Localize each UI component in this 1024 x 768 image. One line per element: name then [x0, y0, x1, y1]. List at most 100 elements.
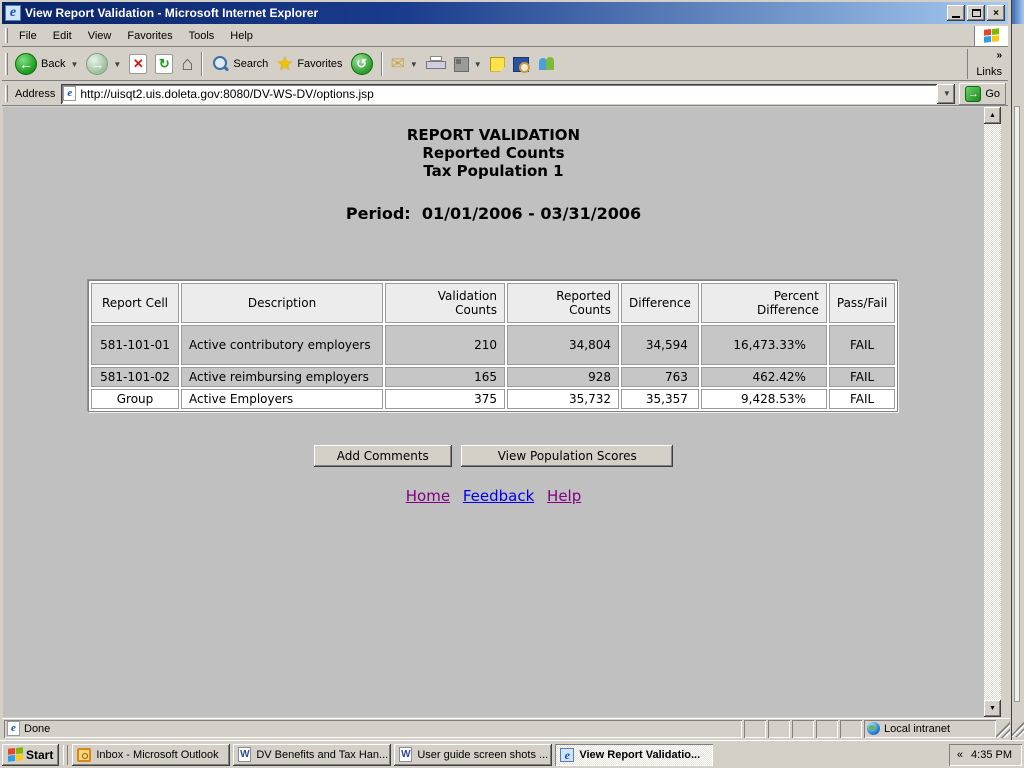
background-window-edge[interactable]	[1012, 0, 1024, 740]
tray-chevron-icon[interactable]: «	[957, 749, 963, 761]
maximize-button[interactable]	[967, 5, 985, 21]
menu-favorites[interactable]: Favorites	[119, 27, 180, 45]
validation-table: Report Cell Description Validation Count…	[88, 280, 899, 412]
go-label: Go	[985, 87, 1000, 100]
toolbar-separator	[201, 52, 204, 76]
print-button[interactable]	[422, 50, 450, 78]
edit-dropdown-icon[interactable]: ▼	[474, 60, 482, 69]
task-label: Inbox - Microsoft Outlook	[96, 748, 219, 761]
cell-reported-counts: 35,732	[507, 389, 619, 409]
menu-tools[interactable]: Tools	[181, 27, 223, 45]
status-pane-empty	[792, 720, 814, 738]
links-bar[interactable]: » Links	[967, 49, 1008, 79]
discuss-icon	[489, 56, 505, 72]
address-input[interactable]: e http://uisqt2.uis.doleta.gov:8080/DV-W…	[61, 83, 938, 104]
refresh-icon: ↻	[155, 54, 174, 74]
favorites-star-icon: ★	[276, 53, 294, 75]
discuss-button[interactable]	[486, 50, 509, 78]
start-button[interactable]: Start	[2, 743, 60, 766]
intranet-globe-icon	[867, 722, 880, 735]
status-pane-empty	[816, 720, 838, 738]
minimize-button[interactable]	[947, 5, 965, 21]
status-bar: e Done Local intranet	[2, 718, 1010, 738]
stop-icon: ✕	[129, 54, 148, 74]
menu-view[interactable]: View	[80, 27, 120, 45]
word-icon: W	[399, 747, 413, 762]
refresh-button[interactable]: ↻	[151, 50, 177, 78]
mail-button[interactable]: ✉ ▼	[387, 50, 422, 78]
favorites-button[interactable]: ★ Favorites	[272, 50, 346, 78]
back-button[interactable]: ← Back ▼	[11, 50, 82, 78]
menu-file[interactable]: File	[11, 27, 45, 45]
window-title: View Report Validation - Microsoft Inter…	[25, 6, 319, 20]
messenger-icon	[537, 56, 557, 72]
search-button[interactable]: Search	[207, 50, 272, 78]
toolbar-grip[interactable]	[5, 28, 8, 43]
menu-help[interactable]: Help	[222, 27, 261, 45]
toolbar-grip[interactable]	[5, 52, 8, 76]
scroll-down-button[interactable]: ▼	[984, 700, 1001, 717]
report-title: REPORT VALIDATION	[406, 126, 581, 144]
add-comments-button[interactable]: Add Comments	[313, 445, 452, 467]
scroll-up-button[interactable]: ▲	[984, 107, 1001, 124]
edit-button[interactable]: ▼	[450, 50, 486, 78]
windows-logo-throbber	[974, 25, 1008, 46]
forward-dropdown-icon[interactable]: ▼	[113, 60, 121, 69]
cell-percent-difference: 16,473.33%	[700, 325, 827, 365]
report-title-block: REPORT VALIDATION Reported Counts Tax Po…	[3, 126, 984, 180]
table-header-row: Report Cell Description Validation Count…	[91, 283, 896, 323]
home-link[interactable]: Home	[406, 487, 450, 505]
edit-icon	[453, 56, 469, 72]
vertical-scrollbar[interactable]: ▲ ▼	[984, 107, 1001, 717]
col-validation-counts: Validation Counts	[385, 283, 505, 323]
resize-grip[interactable]	[996, 719, 1010, 738]
task-word-user-guide[interactable]: W User guide screen shots ...	[394, 743, 553, 766]
menu-edit[interactable]: Edit	[45, 27, 80, 45]
home-button[interactable]: ⌂	[177, 50, 197, 78]
cell-report-cell: 581-101-02	[91, 367, 179, 387]
feedback-link[interactable]: Feedback	[463, 487, 534, 505]
help-link[interactable]: Help	[547, 487, 581, 505]
windows-flag-icon	[8, 747, 23, 762]
messenger-button[interactable]	[533, 50, 561, 78]
stop-button[interactable]: ✕	[125, 50, 151, 78]
mail-dropdown-icon[interactable]: ▼	[410, 60, 418, 69]
ie-icon: e	[560, 747, 575, 762]
cell-difference: 35,357	[621, 389, 699, 409]
research-icon	[512, 56, 530, 73]
toolbar-grip[interactable]	[5, 85, 8, 102]
history-icon: ↺	[350, 53, 373, 75]
background-window-resize-grip	[1012, 719, 1024, 737]
period-label: Period: 01/01/2006 - 03/31/2006	[345, 204, 642, 223]
taskbar-grip[interactable]	[63, 744, 69, 765]
forward-button[interactable]: → ▼	[82, 50, 125, 78]
back-dropdown-icon[interactable]: ▼	[70, 60, 78, 69]
task-label: DV Benefits and Tax Han...	[256, 748, 389, 761]
close-button[interactable]: ×	[987, 5, 1005, 21]
search-icon	[211, 55, 229, 73]
task-ie-view-report[interactable]: e View Report Validatio...	[555, 743, 714, 766]
menubar: File Edit View Favorites Tools Help	[2, 25, 1008, 47]
chevron-right-icon[interactable]: »	[996, 50, 1002, 61]
titlebar[interactable]: e View Report Validation - Microsoft Int…	[2, 2, 1008, 24]
ie-icon: e	[5, 5, 21, 21]
background-window-scrollbar	[1014, 106, 1020, 702]
research-button[interactable]	[509, 50, 533, 78]
go-button[interactable]: → Go	[959, 82, 1006, 105]
cell-percent-difference: 462.42%	[700, 367, 827, 387]
cell-description: Active contributory employers	[181, 325, 383, 365]
address-label: Address	[15, 87, 56, 100]
address-dropdown-button[interactable]: ▼	[937, 83, 956, 104]
task-word-dv-benefits[interactable]: W DV Benefits and Tax Han...	[233, 743, 392, 766]
cell-description: Active reimbursing employers	[181, 367, 383, 387]
links-label: Links	[976, 66, 1002, 78]
col-percent-difference: Percent Difference	[700, 283, 827, 323]
view-population-scores-button[interactable]: View Population Scores	[461, 445, 674, 467]
cell-validation-counts: 165	[385, 367, 505, 387]
maximize-icon	[971, 9, 981, 17]
task-outlook[interactable]: Inbox - Microsoft Outlook	[72, 743, 231, 766]
document-ie-icon: e	[7, 721, 20, 736]
history-button[interactable]: ↺	[347, 50, 377, 78]
back-label: Back	[41, 58, 66, 70]
window-frame	[1001, 107, 1010, 717]
